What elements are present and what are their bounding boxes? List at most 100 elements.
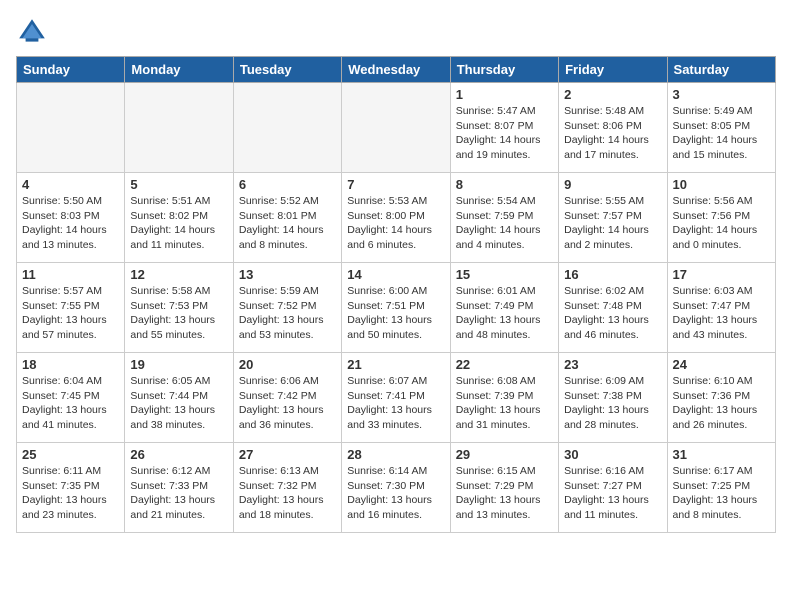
day-info: Sunrise: 5:53 AM Sunset: 8:00 PM Dayligh… — [347, 194, 444, 253]
day-number: 15 — [456, 267, 553, 282]
calendar-cell: 6 Sunrise: 5:52 AM Sunset: 8:01 PM Daylig… — [233, 173, 341, 263]
weekday-header-sunday: Sunday — [17, 57, 125, 83]
day-number: 10 — [673, 177, 770, 192]
day-info: Sunrise: 5:52 AM Sunset: 8:01 PM Dayligh… — [239, 194, 336, 253]
day-info: Sunrise: 6:03 AM Sunset: 7:47 PM Dayligh… — [673, 284, 770, 343]
day-number: 13 — [239, 267, 336, 282]
day-info: Sunrise: 6:12 AM Sunset: 7:33 PM Dayligh… — [130, 464, 227, 523]
logo-icon — [16, 16, 48, 48]
calendar-week-4: 18 Sunrise: 6:04 AM Sunset: 7:45 PM Dayli… — [17, 353, 776, 443]
calendar-cell — [125, 83, 233, 173]
day-number: 27 — [239, 447, 336, 462]
day-info: Sunrise: 5:50 AM Sunset: 8:03 PM Dayligh… — [22, 194, 119, 253]
day-info: Sunrise: 6:02 AM Sunset: 7:48 PM Dayligh… — [564, 284, 661, 343]
calendar-cell: 16 Sunrise: 6:02 AM Sunset: 7:48 PM Dayli… — [559, 263, 667, 353]
calendar-cell: 3 Sunrise: 5:49 AM Sunset: 8:05 PM Daylig… — [667, 83, 775, 173]
weekday-header-wednesday: Wednesday — [342, 57, 450, 83]
day-info: Sunrise: 5:55 AM Sunset: 7:57 PM Dayligh… — [564, 194, 661, 253]
calendar-cell: 10 Sunrise: 5:56 AM Sunset: 7:56 PM Dayli… — [667, 173, 775, 263]
calendar-cell: 4 Sunrise: 5:50 AM Sunset: 8:03 PM Daylig… — [17, 173, 125, 263]
day-info: Sunrise: 6:09 AM Sunset: 7:38 PM Dayligh… — [564, 374, 661, 433]
day-info: Sunrise: 5:57 AM Sunset: 7:55 PM Dayligh… — [22, 284, 119, 343]
calendar-table: SundayMondayTuesdayWednesdayThursdayFrid… — [16, 56, 776, 533]
calendar-cell: 27Sunrise: 6:13 AM Sunset: 7:32 PM Dayli… — [233, 443, 341, 533]
calendar-cell: 28 Sunrise: 6:14 AM Sunset: 7:30 PM Dayli… — [342, 443, 450, 533]
day-info: Sunrise: 5:47 AM Sunset: 8:07 PM Dayligh… — [456, 104, 553, 163]
day-number: 21 — [347, 357, 444, 372]
day-info: Sunrise: 6:05 AM Sunset: 7:44 PM Dayligh… — [130, 374, 227, 433]
calendar-cell: 9 Sunrise: 5:55 AM Sunset: 7:57 PM Daylig… — [559, 173, 667, 263]
calendar-cell: 29 Sunrise: 6:15 AM Sunset: 7:29 PM Dayli… — [450, 443, 558, 533]
day-number: 28 — [347, 447, 444, 462]
weekday-header-friday: Friday — [559, 57, 667, 83]
day-number: 23 — [564, 357, 661, 372]
calendar-cell: 22 Sunrise: 6:08 AM Sunset: 7:39 PM Dayli… — [450, 353, 558, 443]
day-info: Sunrise: 6:01 AM Sunset: 7:49 PM Dayligh… — [456, 284, 553, 343]
day-number: 17 — [673, 267, 770, 282]
day-number: 18 — [22, 357, 119, 372]
day-number: 2 — [564, 87, 661, 102]
day-info: Sunrise: 6:00 AM Sunset: 7:51 PM Dayligh… — [347, 284, 444, 343]
calendar-cell: 20Sunrise: 6:06 AM Sunset: 7:42 PM Dayli… — [233, 353, 341, 443]
calendar-cell — [17, 83, 125, 173]
calendar-week-3: 11 Sunrise: 5:57 AM Sunset: 7:55 PM Dayli… — [17, 263, 776, 353]
day-info: Sunrise: 6:08 AM Sunset: 7:39 PM Dayligh… — [456, 374, 553, 433]
calendar-cell: 14Sunrise: 6:00 AM Sunset: 7:51 PM Dayli… — [342, 263, 450, 353]
day-info: Sunrise: 5:49 AM Sunset: 8:05 PM Dayligh… — [673, 104, 770, 163]
calendar-cell: 7 Sunrise: 5:53 AM Sunset: 8:00 PM Daylig… — [342, 173, 450, 263]
day-number: 30 — [564, 447, 661, 462]
day-number: 4 — [22, 177, 119, 192]
day-number: 8 — [456, 177, 553, 192]
day-number: 29 — [456, 447, 553, 462]
day-number: 16 — [564, 267, 661, 282]
day-number: 9 — [564, 177, 661, 192]
day-number: 31 — [673, 447, 770, 462]
weekday-header-monday: Monday — [125, 57, 233, 83]
calendar-cell: 19 Sunrise: 6:05 AM Sunset: 7:44 PM Dayli… — [125, 353, 233, 443]
day-number: 19 — [130, 357, 227, 372]
weekday-header-saturday: Saturday — [667, 57, 775, 83]
day-info: Sunrise: 6:04 AM Sunset: 7:45 PM Dayligh… — [22, 374, 119, 433]
calendar-week-5: 25 Sunrise: 6:11 AM Sunset: 7:35 PM Dayli… — [17, 443, 776, 533]
calendar-cell: 18 Sunrise: 6:04 AM Sunset: 7:45 PM Dayli… — [17, 353, 125, 443]
day-info: Sunrise: 6:14 AM Sunset: 7:30 PM Dayligh… — [347, 464, 444, 523]
calendar-cell: 17 Sunrise: 6:03 AM Sunset: 7:47 PM Dayli… — [667, 263, 775, 353]
calendar-week-2: 4 Sunrise: 5:50 AM Sunset: 8:03 PM Daylig… — [17, 173, 776, 263]
day-number: 6 — [239, 177, 336, 192]
calendar-cell: 31 Sunrise: 6:17 AM Sunset: 7:25 PM Dayli… — [667, 443, 775, 533]
calendar-cell: 23 Sunrise: 6:09 AM Sunset: 7:38 PM Dayli… — [559, 353, 667, 443]
calendar-cell: 21 Sunrise: 6:07 AM Sunset: 7:41 PM Dayli… — [342, 353, 450, 443]
calendar-cell: 2 Sunrise: 5:48 AM Sunset: 8:06 PM Daylig… — [559, 83, 667, 173]
day-number: 3 — [673, 87, 770, 102]
day-number: 7 — [347, 177, 444, 192]
page-header — [16, 16, 776, 48]
day-info: Sunrise: 6:11 AM Sunset: 7:35 PM Dayligh… — [22, 464, 119, 523]
day-number: 24 — [673, 357, 770, 372]
day-info: Sunrise: 6:10 AM Sunset: 7:36 PM Dayligh… — [673, 374, 770, 433]
calendar-cell: 1Sunrise: 5:47 AM Sunset: 8:07 PM Daylig… — [450, 83, 558, 173]
calendar-cell: 8Sunrise: 5:54 AM Sunset: 7:59 PM Daylig… — [450, 173, 558, 263]
day-info: Sunrise: 6:16 AM Sunset: 7:27 PM Dayligh… — [564, 464, 661, 523]
day-info: Sunrise: 6:15 AM Sunset: 7:29 PM Dayligh… — [456, 464, 553, 523]
calendar-cell: 25 Sunrise: 6:11 AM Sunset: 7:35 PM Dayli… — [17, 443, 125, 533]
calendar-cell: 12Sunrise: 5:58 AM Sunset: 7:53 PM Dayli… — [125, 263, 233, 353]
calendar-cell: 15 Sunrise: 6:01 AM Sunset: 7:49 PM Dayli… — [450, 263, 558, 353]
day-number: 25 — [22, 447, 119, 462]
calendar-cell: 26 Sunrise: 6:12 AM Sunset: 7:33 PM Dayli… — [125, 443, 233, 533]
day-info: Sunrise: 5:58 AM Sunset: 7:53 PM Dayligh… — [130, 284, 227, 343]
calendar-cell: 13Sunrise: 5:59 AM Sunset: 7:52 PM Dayli… — [233, 263, 341, 353]
calendar-week-1: 1Sunrise: 5:47 AM Sunset: 8:07 PM Daylig… — [17, 83, 776, 173]
day-number: 20 — [239, 357, 336, 372]
weekday-header-thursday: Thursday — [450, 57, 558, 83]
logo — [16, 16, 52, 48]
day-info: Sunrise: 5:48 AM Sunset: 8:06 PM Dayligh… — [564, 104, 661, 163]
day-info: Sunrise: 6:17 AM Sunset: 7:25 PM Dayligh… — [673, 464, 770, 523]
day-number: 26 — [130, 447, 227, 462]
day-number: 11 — [22, 267, 119, 282]
day-info: Sunrise: 6:07 AM Sunset: 7:41 PM Dayligh… — [347, 374, 444, 433]
calendar-cell: 30 Sunrise: 6:16 AM Sunset: 7:27 PM Dayli… — [559, 443, 667, 533]
day-info: Sunrise: 5:56 AM Sunset: 7:56 PM Dayligh… — [673, 194, 770, 253]
day-number: 22 — [456, 357, 553, 372]
calendar-cell: 24 Sunrise: 6:10 AM Sunset: 7:36 PM Dayli… — [667, 353, 775, 443]
weekday-header-tuesday: Tuesday — [233, 57, 341, 83]
